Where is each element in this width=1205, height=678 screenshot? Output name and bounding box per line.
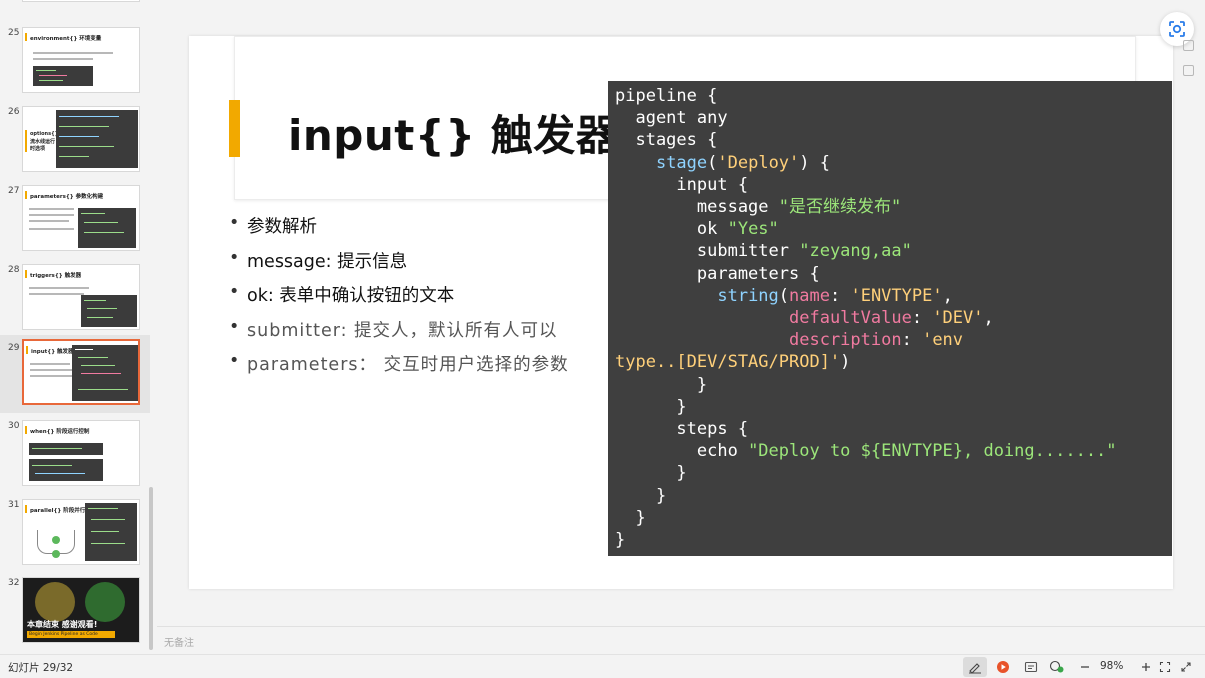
slide-thumbnail-28[interactable]: 28 triggers{} 触发器: [0, 262, 150, 340]
expand-icon: [1181, 662, 1191, 672]
fit-icon: [1159, 661, 1171, 673]
fit-window-button[interactable]: [1156, 657, 1174, 677]
play-icon: [997, 661, 1009, 673]
thumbnail-number: 25: [8, 28, 20, 38]
bullet-list[interactable]: 参数解析 message: 提示信息 ok: 表单中确认按钮的文本 submit…: [229, 213, 569, 386]
slide-title[interactable]: input{} 触发器: [288, 102, 618, 163]
thumbnail-title: triggers{} 触发器: [24, 270, 82, 279]
slide-counter: 幻灯片 29/32: [8, 662, 74, 674]
thumbnail-number: 31: [8, 500, 20, 510]
notes-icon: [1024, 661, 1038, 673]
slide-thumbnail-32[interactable]: 32 本章结束 感谢观看! Begin Jenkins Pipeline as …: [0, 575, 150, 653]
slide-thumbnail-29[interactable]: 29 input{} 触发器: [0, 335, 150, 413]
thumbnail-number: 28: [8, 265, 20, 275]
image-icon[interactable]: [1183, 65, 1194, 76]
share-button[interactable]: [1046, 657, 1068, 677]
slide-thumbnail-30[interactable]: 30 when{} 阶段运行控制: [0, 418, 150, 496]
slide-thumbnail-27[interactable]: 27 parameters{} 参数化构建: [0, 183, 150, 261]
status-bar: 幻灯片 29/32 98%: [0, 654, 1205, 678]
thumbnail-number: 27: [8, 186, 20, 196]
thumbnail-title: input{} 触发器: [26, 346, 74, 355]
thumbnail-title: parallel{} 阶段并行: [24, 505, 86, 514]
slide-thumbnail-26[interactable]: 26 options{} 流水线运行 时选项: [0, 104, 150, 182]
thumbnail-title: 本章结束 感谢观看!: [27, 620, 98, 629]
sidebar-scrollbar[interactable]: [149, 487, 153, 650]
thumbnail-title: environment{} 环境变量: [24, 33, 102, 42]
notes-panel[interactable]: 无备注: [157, 626, 1205, 654]
layout-icon[interactable]: [1183, 40, 1194, 51]
bullet-item: parameters： 交互时用户选择的参数: [229, 351, 569, 386]
zoom-in-button[interactable]: [1137, 657, 1155, 677]
annotate-button[interactable]: [963, 657, 987, 677]
zoom-out-button[interactable]: [1076, 657, 1094, 677]
code-text: pipeline { agent any stages { stage('Dep…: [615, 86, 1117, 551]
thumbnail-title: parameters{} 参数化构建: [24, 191, 104, 200]
thumbnail-number: 32: [8, 578, 20, 588]
slide-thumbnail-25[interactable]: 25 environment{} 环境变量: [0, 25, 150, 103]
thumbnail-title: when{} 阶段运行控制: [24, 426, 90, 435]
bullet-item: message: 提示信息: [229, 248, 569, 283]
zoom-level[interactable]: 98%: [1100, 660, 1123, 672]
slide-thumbnail-31[interactable]: 31 parallel{} 阶段并行: [0, 497, 150, 575]
notes-placeholder: 无备注: [164, 638, 194, 649]
code-block[interactable]: pipeline { agent any stages { stage('Dep…: [608, 81, 1172, 556]
share-icon: [1049, 660, 1064, 673]
slide-thumbnail-24[interactable]: [0, 0, 150, 12]
title-accent-bar: [229, 100, 240, 157]
bullet-item: ok: 表单中确认按钮的文本: [229, 282, 569, 317]
expand-button[interactable]: [1177, 657, 1195, 677]
thumbnail-number: 29: [8, 343, 20, 353]
slide-canvas[interactable]: input{} 触发器 参数解析 message: 提示信息 ok: 表单中确认…: [189, 36, 1173, 589]
pen-icon: [969, 663, 981, 674]
thumbnail-number: 30: [8, 421, 20, 431]
bullet-item: 参数解析: [229, 213, 569, 248]
notes-toggle-button[interactable]: [1021, 657, 1041, 677]
play-slideshow-button[interactable]: [993, 657, 1013, 677]
slide-thumbnail-panel: 25 environment{} 环境变量 26 options{} 流水线运行…: [0, 0, 157, 654]
plus-icon: [1142, 663, 1150, 671]
minus-icon: [1081, 666, 1089, 668]
thumbnail-title: options{}: [24, 130, 59, 138]
thumbnail-number: 26: [8, 107, 20, 117]
bullet-item: submitter: 提交人，默认所有人可以: [229, 317, 569, 352]
